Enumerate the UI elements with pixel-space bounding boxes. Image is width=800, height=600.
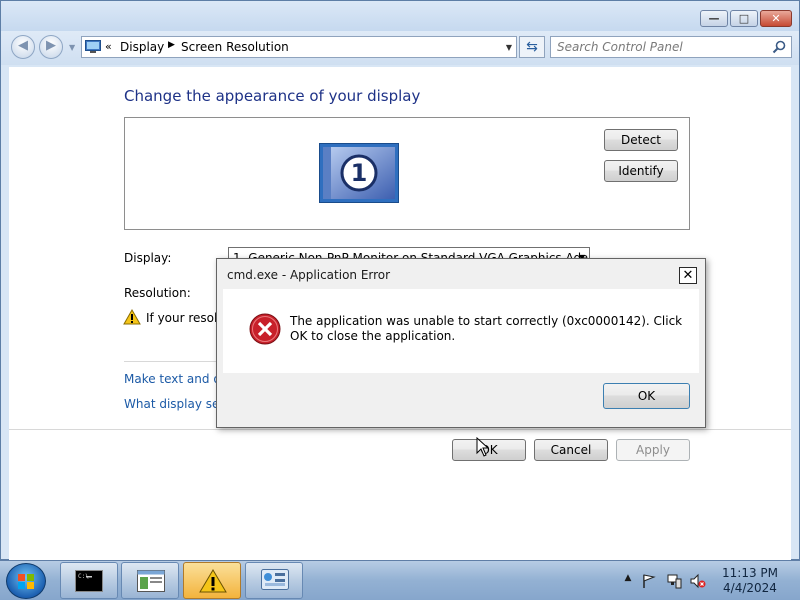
- dialog-body: The application was unable to start corr…: [223, 289, 699, 373]
- back-button[interactable]: ◀: [11, 35, 35, 59]
- search-icon[interactable]: [771, 39, 787, 55]
- volume-muted-icon[interactable]: [690, 573, 706, 589]
- refresh-button[interactable]: ⇆: [519, 36, 545, 58]
- taskbar-cmd-button[interactable]: C:\: [60, 562, 118, 599]
- close-button[interactable]: ✕: [760, 10, 792, 27]
- maximize-icon: □: [738, 12, 750, 25]
- back-arrow-icon: ◀: [18, 38, 28, 53]
- minimize-icon: —: [708, 12, 720, 25]
- identify-button[interactable]: Identify: [604, 160, 678, 182]
- title-bar[interactable]: — □ ✕: [1, 1, 799, 31]
- action-center-flag-icon[interactable]: [641, 573, 657, 589]
- close-icon: ✕: [682, 268, 694, 283]
- display-label: Display:: [124, 251, 172, 265]
- error-icon: [249, 313, 281, 345]
- network-icon[interactable]: [666, 573, 682, 589]
- mouse-cursor-icon: [476, 437, 490, 457]
- clock-date: 4/4/2024: [723, 581, 777, 595]
- warning-icon: [123, 309, 141, 325]
- address-bar[interactable]: « Display ▶ Screen Resolution ▼: [81, 36, 517, 58]
- clock-time: 11:13 PM: [722, 566, 778, 580]
- forward-button[interactable]: ▶: [39, 35, 63, 59]
- control-panel-icon: [261, 569, 289, 590]
- apply-button[interactable]: Apply: [616, 439, 690, 461]
- taskbar-control-panel-button[interactable]: [245, 562, 303, 599]
- monitor-1-icon[interactable]: 1: [319, 143, 399, 203]
- system-clock[interactable]: 11:13 PM 4/4/2024: [716, 566, 784, 596]
- resolution-label: Resolution:: [124, 286, 191, 300]
- search-input[interactable]: [553, 38, 771, 56]
- taskbar-error-button[interactable]: [183, 562, 241, 599]
- navigation-bar: ◀ ▶ ▼ « Display ▶ Screen Resolution ▼ ⇆: [1, 31, 799, 65]
- warning-icon: [199, 569, 227, 593]
- show-hidden-icons-icon[interactable]: ▲: [620, 573, 636, 589]
- maximize-button[interactable]: □: [730, 10, 758, 27]
- monitor-arrangement-area: 1 Detect Identify: [124, 117, 690, 230]
- dialog-ok-button[interactable]: OK: [603, 383, 690, 409]
- monitor-number: 1: [351, 159, 368, 187]
- application-error-dialog: cmd.exe - Application Error ✕ The applic…: [216, 258, 706, 428]
- taskbar: C:\ ▲ 11:13 PM 4/4/2024: [0, 560, 800, 600]
- breadcrumb-overflow-icon[interactable]: «: [105, 40, 112, 53]
- windows-logo-icon: [18, 574, 34, 589]
- minimize-button[interactable]: —: [700, 10, 728, 27]
- window-controls: — □ ✕: [700, 10, 792, 27]
- window-app-icon: [137, 570, 165, 592]
- taskbar-screen-resolution-button[interactable]: [121, 562, 179, 599]
- breadcrumb-display[interactable]: Display: [120, 40, 164, 54]
- forward-arrow-icon: ▶: [46, 38, 56, 53]
- breadcrumb-screen-resolution[interactable]: Screen Resolution: [181, 40, 289, 54]
- recent-pages-dropdown-icon[interactable]: ▼: [69, 43, 75, 52]
- bottom-divider: [9, 429, 791, 430]
- refresh-icon: ⇆: [526, 39, 538, 55]
- control-panel-icon: [85, 40, 101, 53]
- start-button[interactable]: [6, 563, 46, 599]
- detect-button[interactable]: Detect: [604, 129, 678, 151]
- breadcrumb-separator-icon[interactable]: ▶: [168, 40, 175, 50]
- close-icon: ✕: [771, 12, 781, 25]
- address-dropdown-icon[interactable]: ▼: [506, 43, 512, 52]
- search-box: [550, 36, 792, 58]
- page-title: Change the appearance of your display: [124, 87, 421, 105]
- command-prompt-icon: C:\: [75, 570, 103, 592]
- dialog-close-button[interactable]: ✕: [679, 267, 697, 284]
- dialog-message: The application was unable to start corr…: [290, 314, 683, 343]
- cancel-button[interactable]: Cancel: [534, 439, 608, 461]
- dialog-title: cmd.exe - Application Error: [227, 268, 391, 282]
